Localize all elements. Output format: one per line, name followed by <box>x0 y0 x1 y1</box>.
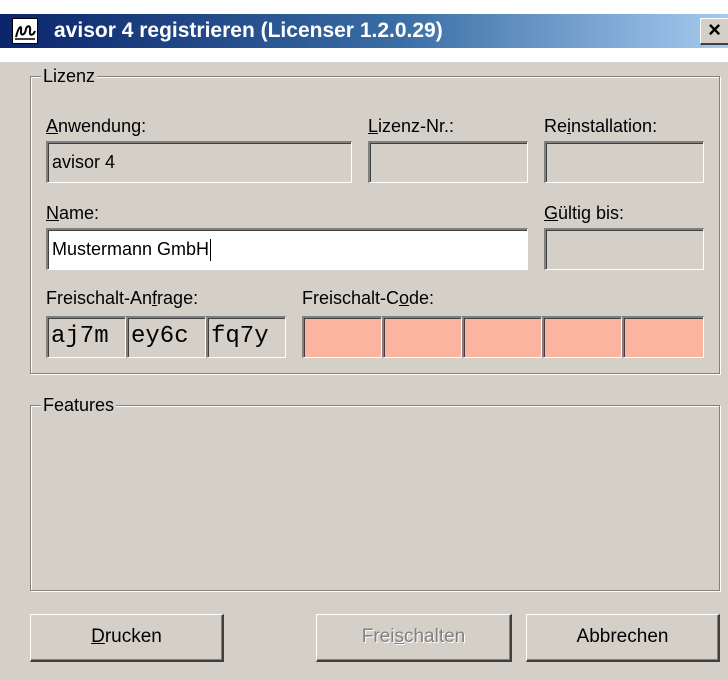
gueltig-bis-label: Gültig bis: <box>544 203 625 223</box>
lizenz-nr-field <box>368 141 528 183</box>
name-label: Name: <box>46 203 100 223</box>
freischalt-code-label: Freischalt-Code: <box>302 288 435 308</box>
freischalten-button[interactable]: Freischalten <box>316 614 512 662</box>
freischalt-code-field-5[interactable] <box>622 316 704 358</box>
license-group-legend: Lizenz <box>41 65 98 87</box>
lizenz-nr-label: Lizenz-Nr.: <box>368 116 455 136</box>
drucken-button[interactable]: Drucken <box>30 614 224 662</box>
title-bar: avisor 4 registrieren (Licenser 1.2.0.29… <box>0 0 728 62</box>
close-button[interactable]: × <box>700 18 728 45</box>
freischalt-code-field-3[interactable] <box>462 316 542 358</box>
name-input[interactable]: Mustermann GmbH <box>46 228 528 270</box>
features-group-legend: Features <box>41 394 117 416</box>
anwendung-field: avisor 4 <box>46 141 352 183</box>
freischalt-anfrage-label: Freischalt-Anfrage: <box>46 288 199 308</box>
freischalt-code-field-4[interactable] <box>542 316 622 358</box>
features-group: Features <box>30 394 720 591</box>
freischalt-code-field-1[interactable] <box>302 316 382 358</box>
freischalt-code-field-2[interactable] <box>382 316 462 358</box>
text-caret <box>210 239 212 262</box>
freischalt-anfrage-field-1: aj7m <box>46 316 126 358</box>
licenser-app-icon[interactable] <box>12 18 38 44</box>
gueltig-bis-field <box>544 228 704 270</box>
freischalt-anfrage-field-3: fq7y <box>206 316 286 358</box>
freischalt-anfrage-field-2: ey6c <box>126 316 206 358</box>
window-title: avisor 4 registrieren (Licenser 1.2.0.29… <box>54 19 443 42</box>
abbrechen-button[interactable]: Abbrechen <box>526 614 720 662</box>
reinstallation-field <box>544 141 704 183</box>
reinstallation-label: Reinstallation: <box>544 116 658 136</box>
dialog-body: Lizenz Anwendung: avisor 4 Lizenz-Nr.: R… <box>0 62 728 680</box>
anwendung-label: Anwendung: <box>46 116 147 136</box>
